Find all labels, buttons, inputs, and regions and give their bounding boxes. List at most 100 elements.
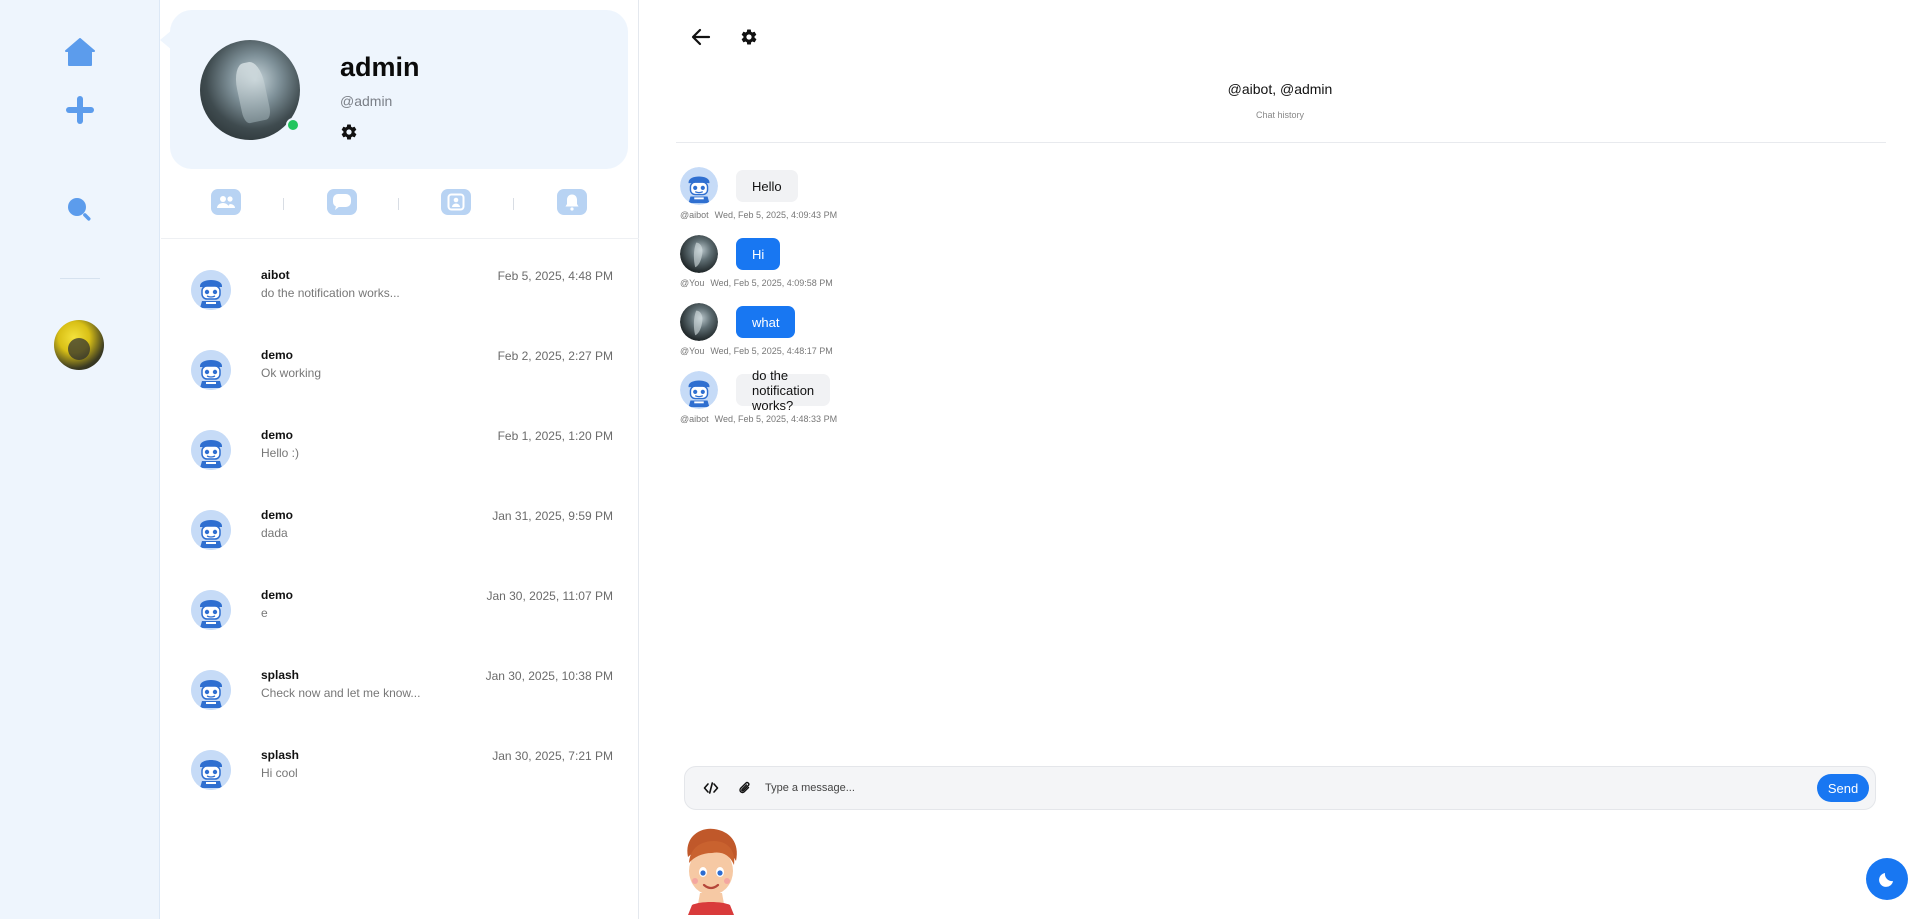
conversation-item[interactable]: demo e Jan 30, 2025, 11:07 PM (161, 576, 639, 656)
message-timestamp: Wed, Feb 5, 2025, 4:48:17 PM (710, 346, 833, 356)
message-meta: @aibot Wed, Feb 5, 2025, 4:48:33 PM (680, 414, 843, 424)
message-meta: @You Wed, Feb 5, 2025, 4:09:58 PM (680, 278, 839, 288)
users-icon (217, 196, 235, 208)
bot-avatar-icon (191, 270, 231, 310)
conversation-avatar (191, 350, 231, 390)
conversation-date: Jan 30, 2025, 7:21 PM (492, 749, 613, 763)
user-avatar[interactable] (54, 320, 104, 370)
conversation-date: Feb 1, 2025, 1:20 PM (497, 429, 613, 443)
conversation-preview: e (261, 606, 268, 620)
conversation-preview: do the notification works... (261, 286, 400, 300)
bell-icon (565, 194, 579, 211)
code-icon[interactable] (703, 780, 719, 796)
message-bubble[interactable]: do the notification works? (736, 368, 831, 413)
panel-divider (161, 238, 639, 239)
conversation-avatar (191, 750, 231, 790)
conversation-name: demo (261, 348, 294, 362)
conversation-avatar (191, 670, 231, 710)
bot-avatar-icon (191, 750, 231, 790)
bot-avatar-icon (191, 510, 231, 550)
new-chat-button[interactable] (58, 88, 102, 132)
send-button[interactable]: Send (1817, 774, 1869, 802)
gear-icon[interactable] (340, 123, 358, 141)
search-button[interactable] (58, 188, 102, 232)
chat-title: @aibot, @admin (1227, 81, 1333, 97)
user-photo-icon (680, 303, 718, 341)
profile-name: admin (340, 52, 420, 82)
tab-messages[interactable] (327, 189, 357, 215)
chat-subtitle: Chat history (1255, 110, 1305, 120)
conversation-preview: dada (261, 526, 288, 540)
tab-groups[interactable] (211, 189, 241, 215)
conversation-item[interactable]: splash Check now and let me know... Jan 30… (161, 656, 639, 736)
conversation-avatar (191, 510, 231, 550)
message-input[interactable] (765, 775, 1765, 801)
message-composer: Send (684, 766, 1876, 810)
conversation-date: Jan 31, 2025, 9:59 PM (492, 509, 613, 523)
message-sender: @aibot (680, 210, 709, 220)
panel-tabs (161, 183, 639, 225)
conversation-item[interactable]: demo dada Jan 31, 2025, 9:59 PM (161, 496, 639, 576)
tab-divider (513, 198, 514, 210)
conversation-name: aibot (261, 268, 290, 282)
message-sender: @You (680, 278, 705, 288)
conversation-date: Feb 2, 2025, 2:27 PM (497, 349, 613, 363)
plus-icon (66, 96, 94, 124)
message-avatar (680, 303, 718, 341)
bot-avatar-icon (680, 371, 718, 409)
mascot-avatar (687, 828, 737, 915)
chat-header-divider (676, 142, 1886, 143)
conversation-item[interactable]: splash Hi cool Jan 30, 2025, 7:21 PM (161, 736, 639, 816)
conversation-item[interactable]: demo Hello :) Feb 1, 2025, 1:20 PM (161, 416, 639, 496)
message-meta: @You Wed, Feb 5, 2025, 4:48:17 PM (680, 346, 839, 356)
message-bubble[interactable]: what (736, 306, 796, 338)
conversation-date: Jan 30, 2025, 10:38 PM (485, 669, 613, 683)
conversation-date: Jan 30, 2025, 11:07 PM (486, 589, 613, 603)
bot-avatar-icon (191, 430, 231, 470)
chat-area: @aibot, @admin Chat history Hello @aibot W… (640, 0, 1920, 919)
conversation-avatar (191, 270, 231, 310)
profile-card: admin @admin (160, 10, 628, 169)
message-sender: @You (680, 346, 705, 356)
message-avatar (680, 371, 718, 409)
profile-avatar[interactable] (200, 40, 300, 140)
message-timestamp: Wed, Feb 5, 2025, 4:09:58 PM (710, 278, 833, 288)
conversation-name: demo (261, 588, 294, 602)
home-button[interactable] (58, 30, 102, 74)
tab-contacts[interactable] (441, 189, 471, 215)
home-icon (65, 38, 95, 66)
bot-avatar-icon (191, 350, 231, 390)
conversation-name: splash (261, 748, 300, 762)
conversation-name: demo (261, 508, 294, 522)
left-nav-rail (0, 0, 160, 919)
conversation-panel: admin @admin aibot do the notification w… (160, 0, 639, 919)
message-avatar (680, 235, 718, 273)
tab-notifications[interactable] (557, 189, 587, 215)
back-arrow-icon[interactable] (690, 26, 712, 48)
message-sender: @aibot (680, 414, 709, 424)
message-bubble[interactable]: Hi (736, 238, 781, 270)
online-status-indicator (286, 118, 300, 132)
paperclip-icon[interactable] (737, 780, 753, 796)
conversation-preview: Hello :) (261, 446, 300, 460)
conversation-item[interactable]: aibot do the notification works... Feb 5, … (161, 256, 639, 336)
user-photo-icon (680, 235, 718, 273)
conversation-avatar (191, 590, 231, 630)
bot-avatar-icon (191, 670, 231, 710)
chat-support-button[interactable] (1866, 858, 1908, 900)
tab-divider (398, 198, 399, 210)
conversation-preview: Check now and let me know... (261, 686, 421, 700)
chat-bubble-icon (333, 194, 351, 210)
search-icon (68, 198, 91, 221)
message-bubble[interactable]: Hello (736, 170, 798, 202)
conversation-preview: Hi cool (261, 766, 298, 780)
bot-avatar-icon (191, 590, 231, 630)
message-timestamp: Wed, Feb 5, 2025, 4:48:33 PM (714, 414, 838, 424)
moon-icon (1879, 873, 1893, 887)
contact-card-icon (447, 193, 465, 211)
gear-icon[interactable] (740, 28, 758, 46)
conversation-preview: Ok working (261, 366, 322, 380)
message-avatar (680, 167, 718, 205)
message-timestamp: Wed, Feb 5, 2025, 4:09:43 PM (714, 210, 838, 220)
conversation-item[interactable]: demo Ok working Feb 2, 2025, 2:27 PM (161, 336, 639, 416)
